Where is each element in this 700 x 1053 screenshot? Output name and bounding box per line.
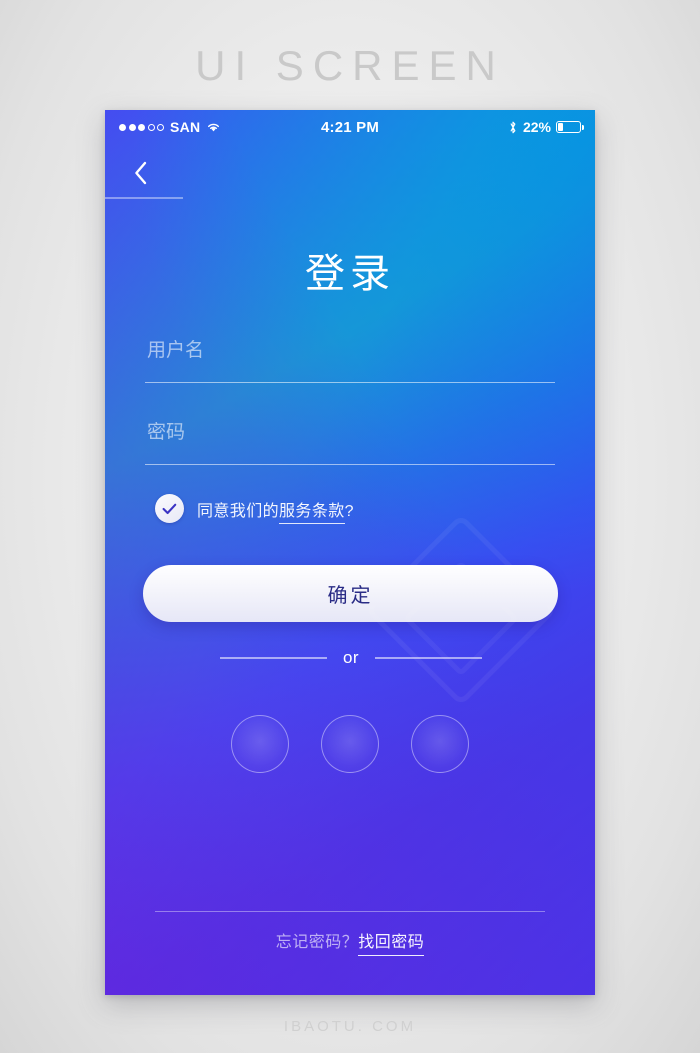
- terms-row: 同意我们的服务条款?: [155, 494, 354, 524]
- or-divider-line-left: [220, 657, 327, 659]
- check-icon: [162, 503, 177, 515]
- forgot-password-row: 忘记密码？找回密码: [105, 928, 595, 956]
- signal-strength-icon: [119, 123, 164, 131]
- page-footer: IBAOTU. COM: [283, 1018, 417, 1035]
- login-form: [145, 328, 555, 465]
- footer-divider: [155, 911, 545, 913]
- username-field[interactable]: [145, 328, 555, 383]
- terms-checkbox[interactable]: [155, 494, 184, 523]
- page-title: UI SCREEN: [195, 42, 505, 89]
- status-bar-right: 22%: [379, 119, 584, 135]
- status-bar: SAN 4:21 PM 22%: [105, 110, 595, 144]
- bluetooth-icon: [508, 120, 518, 135]
- terms-text: 同意我们的服务条款?: [197, 497, 354, 524]
- nav-bar: [105, 144, 595, 202]
- forgot-password-label: 忘记密码？: [275, 934, 359, 951]
- social-login-3[interactable]: [411, 715, 469, 773]
- screen-title: 登录: [305, 252, 395, 296]
- nav-accent-line: [105, 197, 183, 199]
- chevron-left-icon: [133, 161, 148, 185]
- submit-button[interactable]: 确定: [143, 565, 558, 622]
- status-bar-left: SAN: [119, 119, 321, 135]
- terms-link[interactable]: 服务条款: [279, 502, 345, 524]
- terms-prefix: 同意我们的: [197, 502, 280, 520]
- back-button[interactable]: [123, 156, 157, 190]
- battery-icon: [556, 121, 584, 133]
- phone-screen: SAN 4:21 PM 22% 登录 用户名 同意我们的服务条款? 确定 or …: [105, 110, 595, 995]
- recover-password-link[interactable]: 找回密码: [358, 934, 425, 956]
- or-label: or: [342, 648, 360, 667]
- or-divider-line-right: [375, 657, 482, 659]
- username-input[interactable]: [145, 340, 555, 362]
- social-login-row: [105, 715, 595, 773]
- or-divider: or: [220, 648, 482, 668]
- social-login-2[interactable]: [321, 715, 379, 773]
- carrier-label: SAN: [170, 119, 201, 135]
- terms-suffix: ?: [344, 502, 354, 520]
- phone-mockup: SAN 4:21 PM 22% 登录 用户名 同意我们的服务条款? 确定 or …: [105, 110, 595, 995]
- battery-percent-label: 22%: [522, 119, 551, 135]
- wifi-icon: [206, 121, 221, 133]
- password-field[interactable]: [145, 410, 555, 465]
- social-login-1[interactable]: [231, 715, 289, 773]
- password-input[interactable]: [145, 422, 555, 444]
- status-bar-time: 4:21 PM: [320, 118, 380, 136]
